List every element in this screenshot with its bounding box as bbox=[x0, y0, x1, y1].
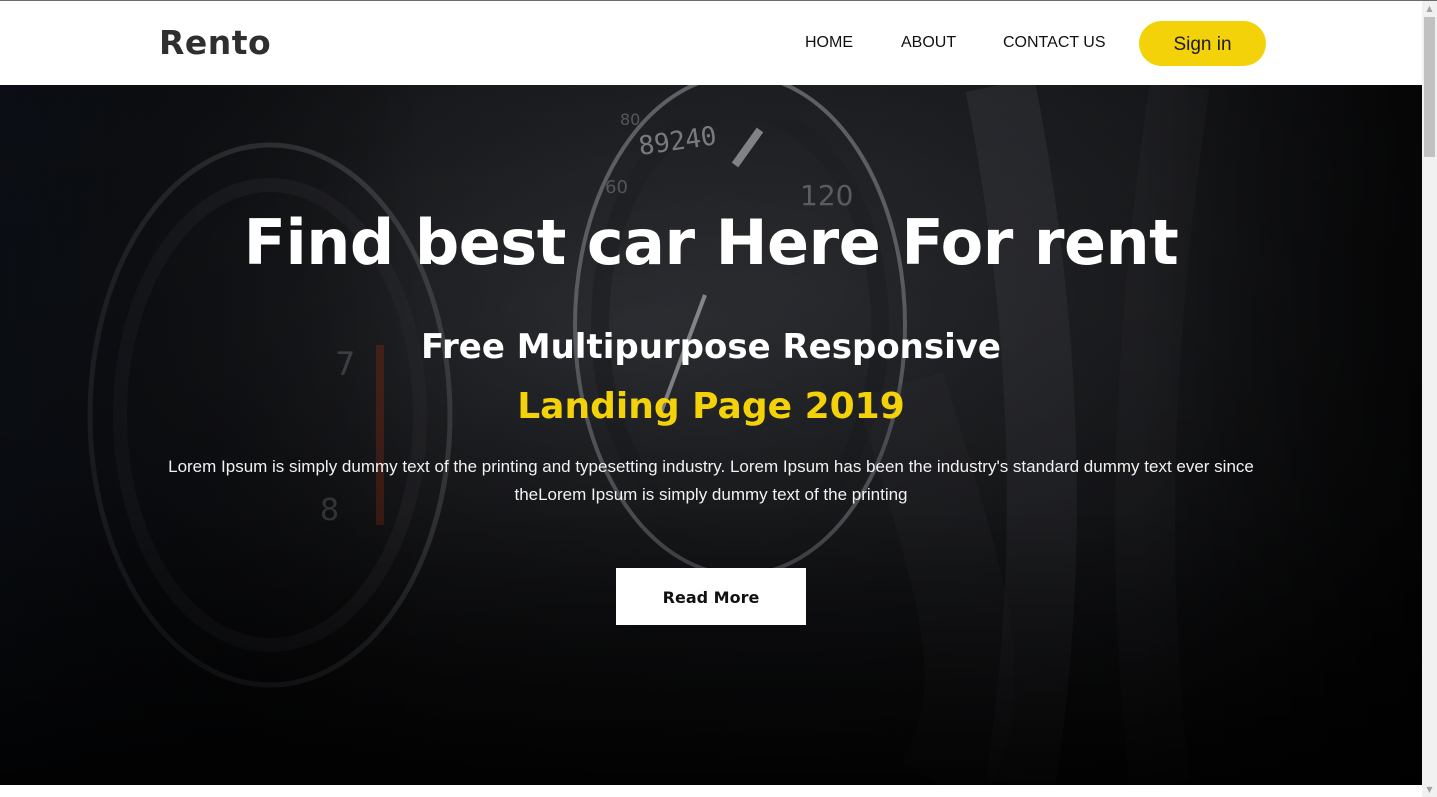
hero-title: Find best car Here For rent bbox=[243, 206, 1179, 279]
hero-subtitle: Free Multipurpose Responsive bbox=[420, 327, 1001, 367]
hero-section: 89240 80 60 120 7 8 Find best car Here F… bbox=[0, 85, 1422, 785]
scrollbar-thumb[interactable] bbox=[1424, 17, 1435, 157]
vertical-scrollbar[interactable]: ▲ ▼ bbox=[1422, 1, 1437, 797]
nav-link-about[interactable]: ABOUT bbox=[901, 31, 956, 55]
below-hero-section bbox=[0, 785, 1422, 797]
sign-in-button[interactable]: Sign in bbox=[1139, 21, 1266, 66]
site-header: Rento HOME ABOUT CONTACT US Sign in bbox=[0, 1, 1422, 85]
nav-link-home[interactable]: HOME bbox=[805, 31, 853, 55]
hero-description: Lorem Ipsum is simply dummy text of the … bbox=[168, 457, 1254, 504]
hero-background-dashboard-image: 89240 80 60 120 7 8 bbox=[0, 85, 1422, 785]
scroll-up-arrow-icon[interactable]: ▲ bbox=[1422, 1, 1437, 16]
read-more-button[interactable]: Read More bbox=[616, 568, 806, 625]
page: Rento HOME ABOUT CONTACT US Sign in Find… bbox=[0, 0, 1437, 797]
nav-link-contact-us[interactable]: CONTACT US bbox=[1003, 31, 1106, 55]
hero-subtitle-highlight: Landing Page 2019 bbox=[517, 386, 905, 427]
scroll-down-arrow-icon[interactable]: ▼ bbox=[1422, 782, 1437, 797]
